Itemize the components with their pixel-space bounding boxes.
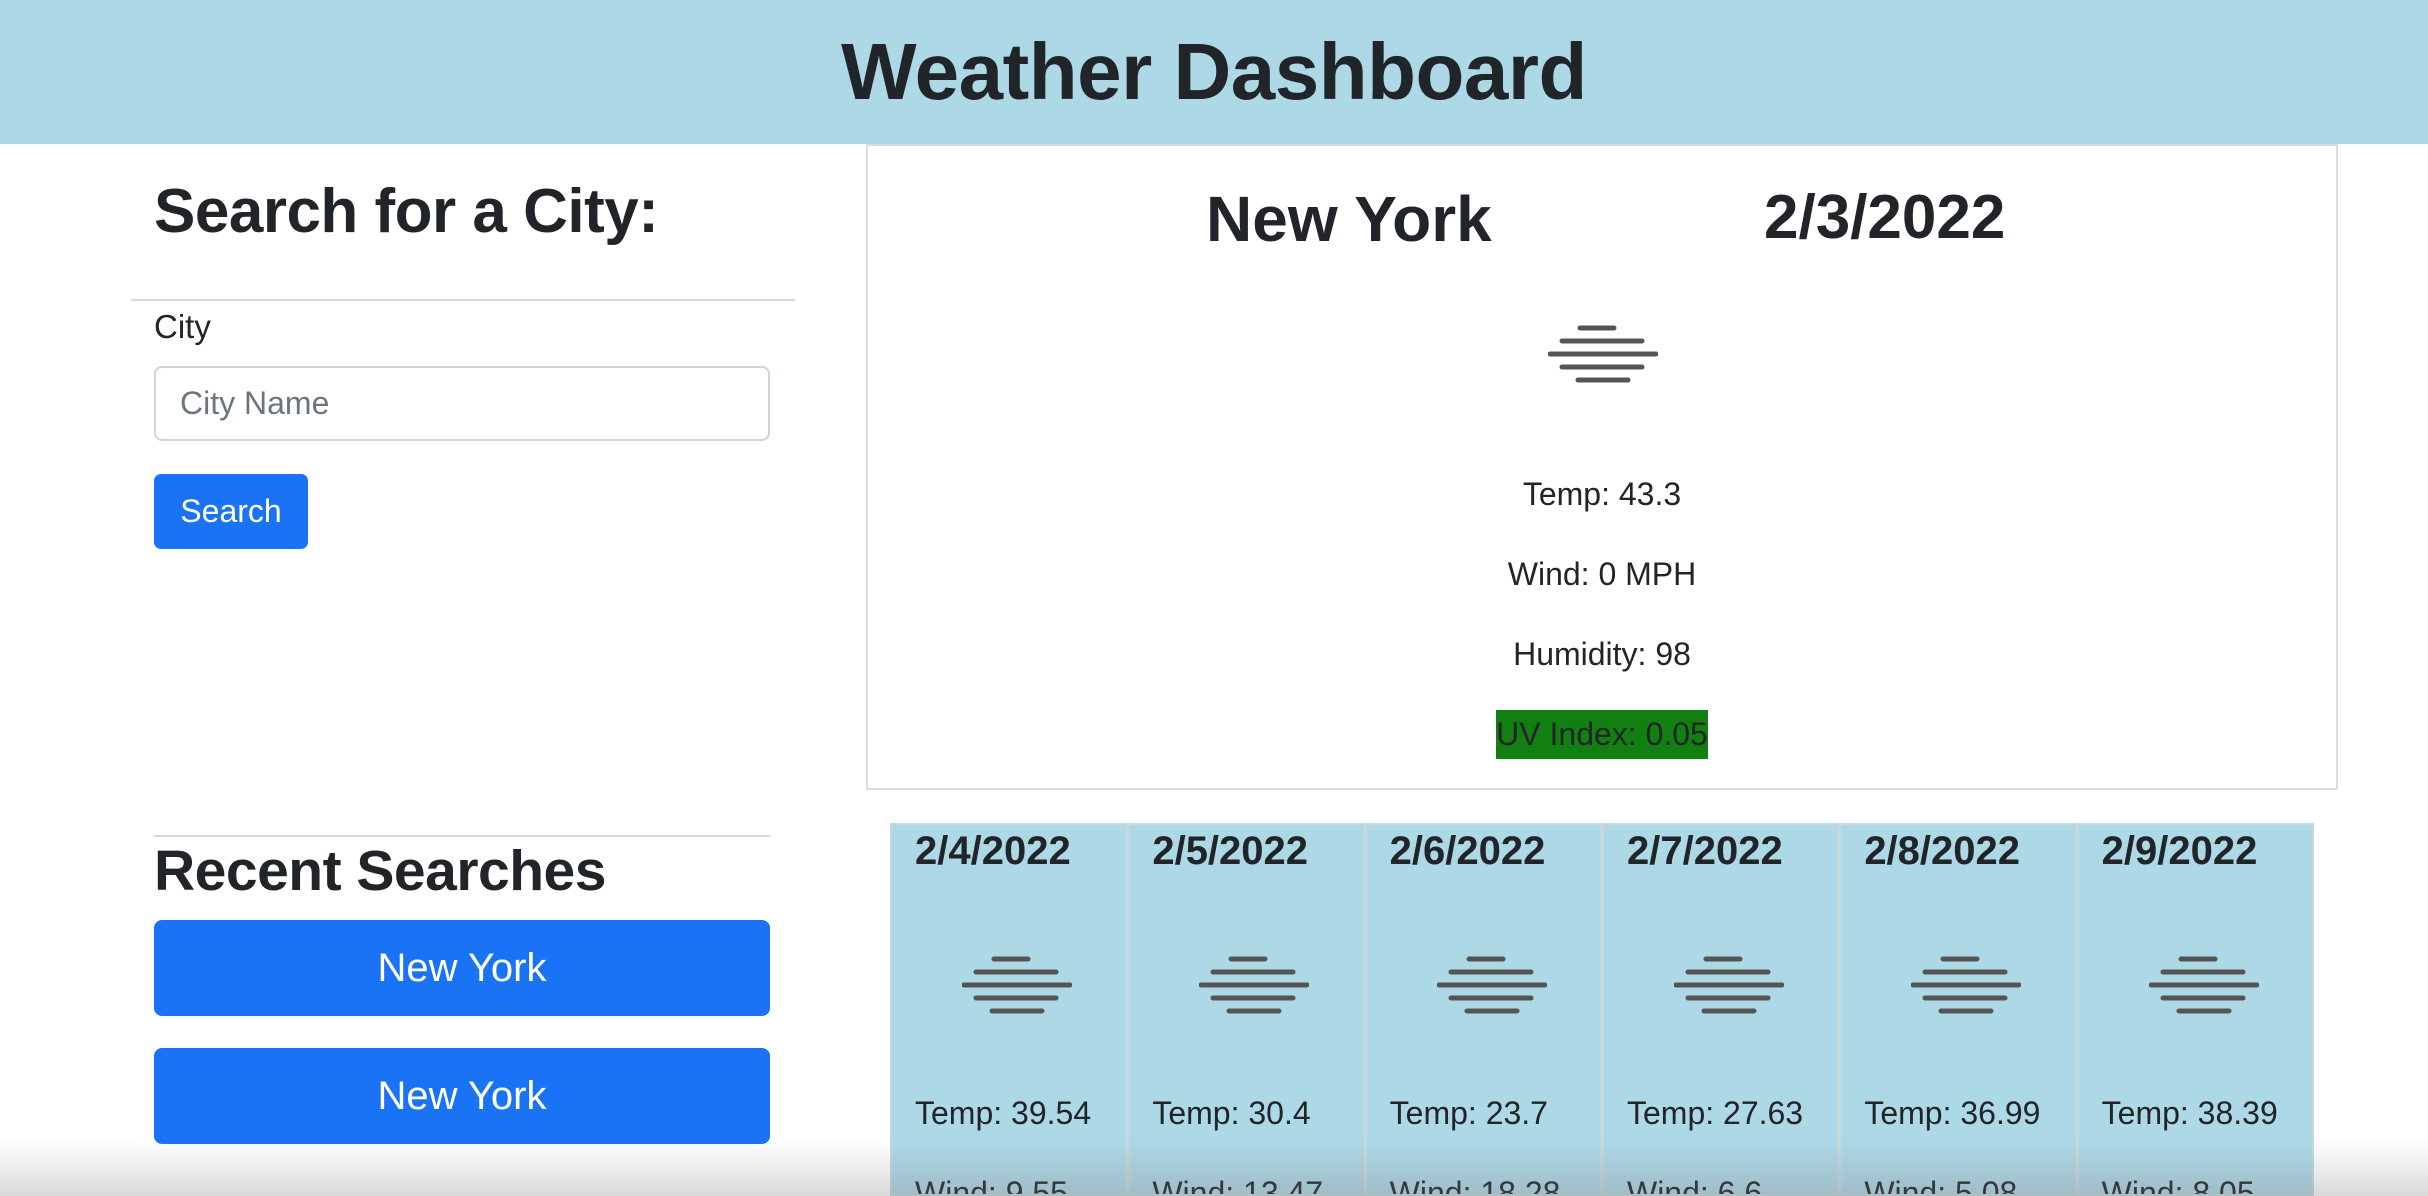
divider: [154, 835, 770, 837]
forecast-date: 2/9/2022: [2101, 829, 2258, 873]
divider: [131, 299, 795, 301]
forecast-row: 2/4/2022 Temp: 39.54 Wind: 9.55 2/5/2022…: [890, 823, 2314, 1196]
forecast-temp: Temp: 36.99: [1864, 1095, 2041, 1131]
city-search-input[interactable]: [154, 366, 770, 441]
current-city-name: New York: [1206, 183, 1492, 255]
forecast-temp: Temp: 30.4: [1152, 1095, 1311, 1131]
forecast-wind: Wind: 18.28: [1389, 1175, 1561, 1196]
forecast-date: 2/5/2022: [1152, 829, 1309, 873]
search-title: Search for a City:: [154, 177, 659, 246]
mist-icon: [962, 956, 1072, 1014]
recent-searches-title: Recent Searches: [154, 839, 606, 903]
current-humidity: Humidity: 98: [1513, 636, 1691, 672]
forecast-card: 2/6/2022 Temp: 23.7 Wind: 18.28: [1364, 823, 1602, 1196]
forecast-card: 2/9/2022 Temp: 38.39 Wind: 8.05: [2076, 823, 2314, 1196]
forecast-card: 2/5/2022 Temp: 30.4 Wind: 13.47: [1127, 823, 1365, 1196]
forecast-date: 2/8/2022: [1864, 829, 2021, 873]
forecast-date: 2/6/2022: [1389, 829, 1546, 873]
forecast-card: 2/7/2022 Temp: 27.63 Wind: 6.6: [1601, 823, 1840, 1196]
current-wind: Wind: 0 MPH: [1507, 556, 1697, 592]
forecast-wind: Wind: 5.08: [1864, 1175, 2018, 1196]
forecast-temp: Temp: 38.39: [2101, 1095, 2278, 1131]
forecast-date: 2/7/2022: [1626, 829, 1783, 873]
search-button[interactable]: Search: [154, 474, 308, 549]
forecast-wind: Wind: 9.55: [915, 1175, 1068, 1196]
forecast-wind: Wind: 8.05: [2101, 1175, 2255, 1196]
forecast-card: 2/4/2022 Temp: 39.54 Wind: 9.55: [890, 823, 1128, 1196]
forecast-wind: Wind: 13.47: [1152, 1175, 1324, 1196]
recent-search-button[interactable]: New York: [154, 1048, 770, 1144]
city-label: City: [154, 308, 211, 345]
recent-search-button[interactable]: New York: [154, 920, 770, 1016]
mist-icon: [1199, 956, 1310, 1014]
forecast-date: 2/4/2022: [915, 829, 1071, 873]
mist-icon: [2148, 956, 2259, 1014]
uv-index-badge: UV Index: 0.05: [1496, 710, 1708, 759]
forecast-wind: Wind: 6.6: [1626, 1175, 1763, 1196]
mist-icon: [1436, 956, 1547, 1014]
current-temp: Temp: 43.3: [1522, 476, 1682, 512]
forecast-temp: Temp: 39.54: [915, 1095, 1092, 1131]
forecast-card: 2/8/2022 Temp: 36.99 Wind: 5.08: [1839, 823, 2077, 1196]
forecast-temp: Temp: 23.7: [1389, 1095, 1548, 1131]
current-date: 2/3/2022: [1764, 183, 2006, 252]
uv-index-row: UV Index: 0.05: [868, 710, 2336, 759]
forecast-temp: Temp: 27.63: [1626, 1095, 1804, 1131]
mist-icon: [1911, 956, 2022, 1014]
page-header: Weather Dashboard: [0, 0, 2428, 144]
current-weather-card: New York 2/3/2022 Temp: 43.3 Wind: 0 MPH…: [866, 144, 2338, 790]
page-title: Weather Dashboard: [841, 27, 1587, 116]
mist-icon: [1673, 956, 1784, 1014]
mist-icon: [1548, 325, 1658, 383]
